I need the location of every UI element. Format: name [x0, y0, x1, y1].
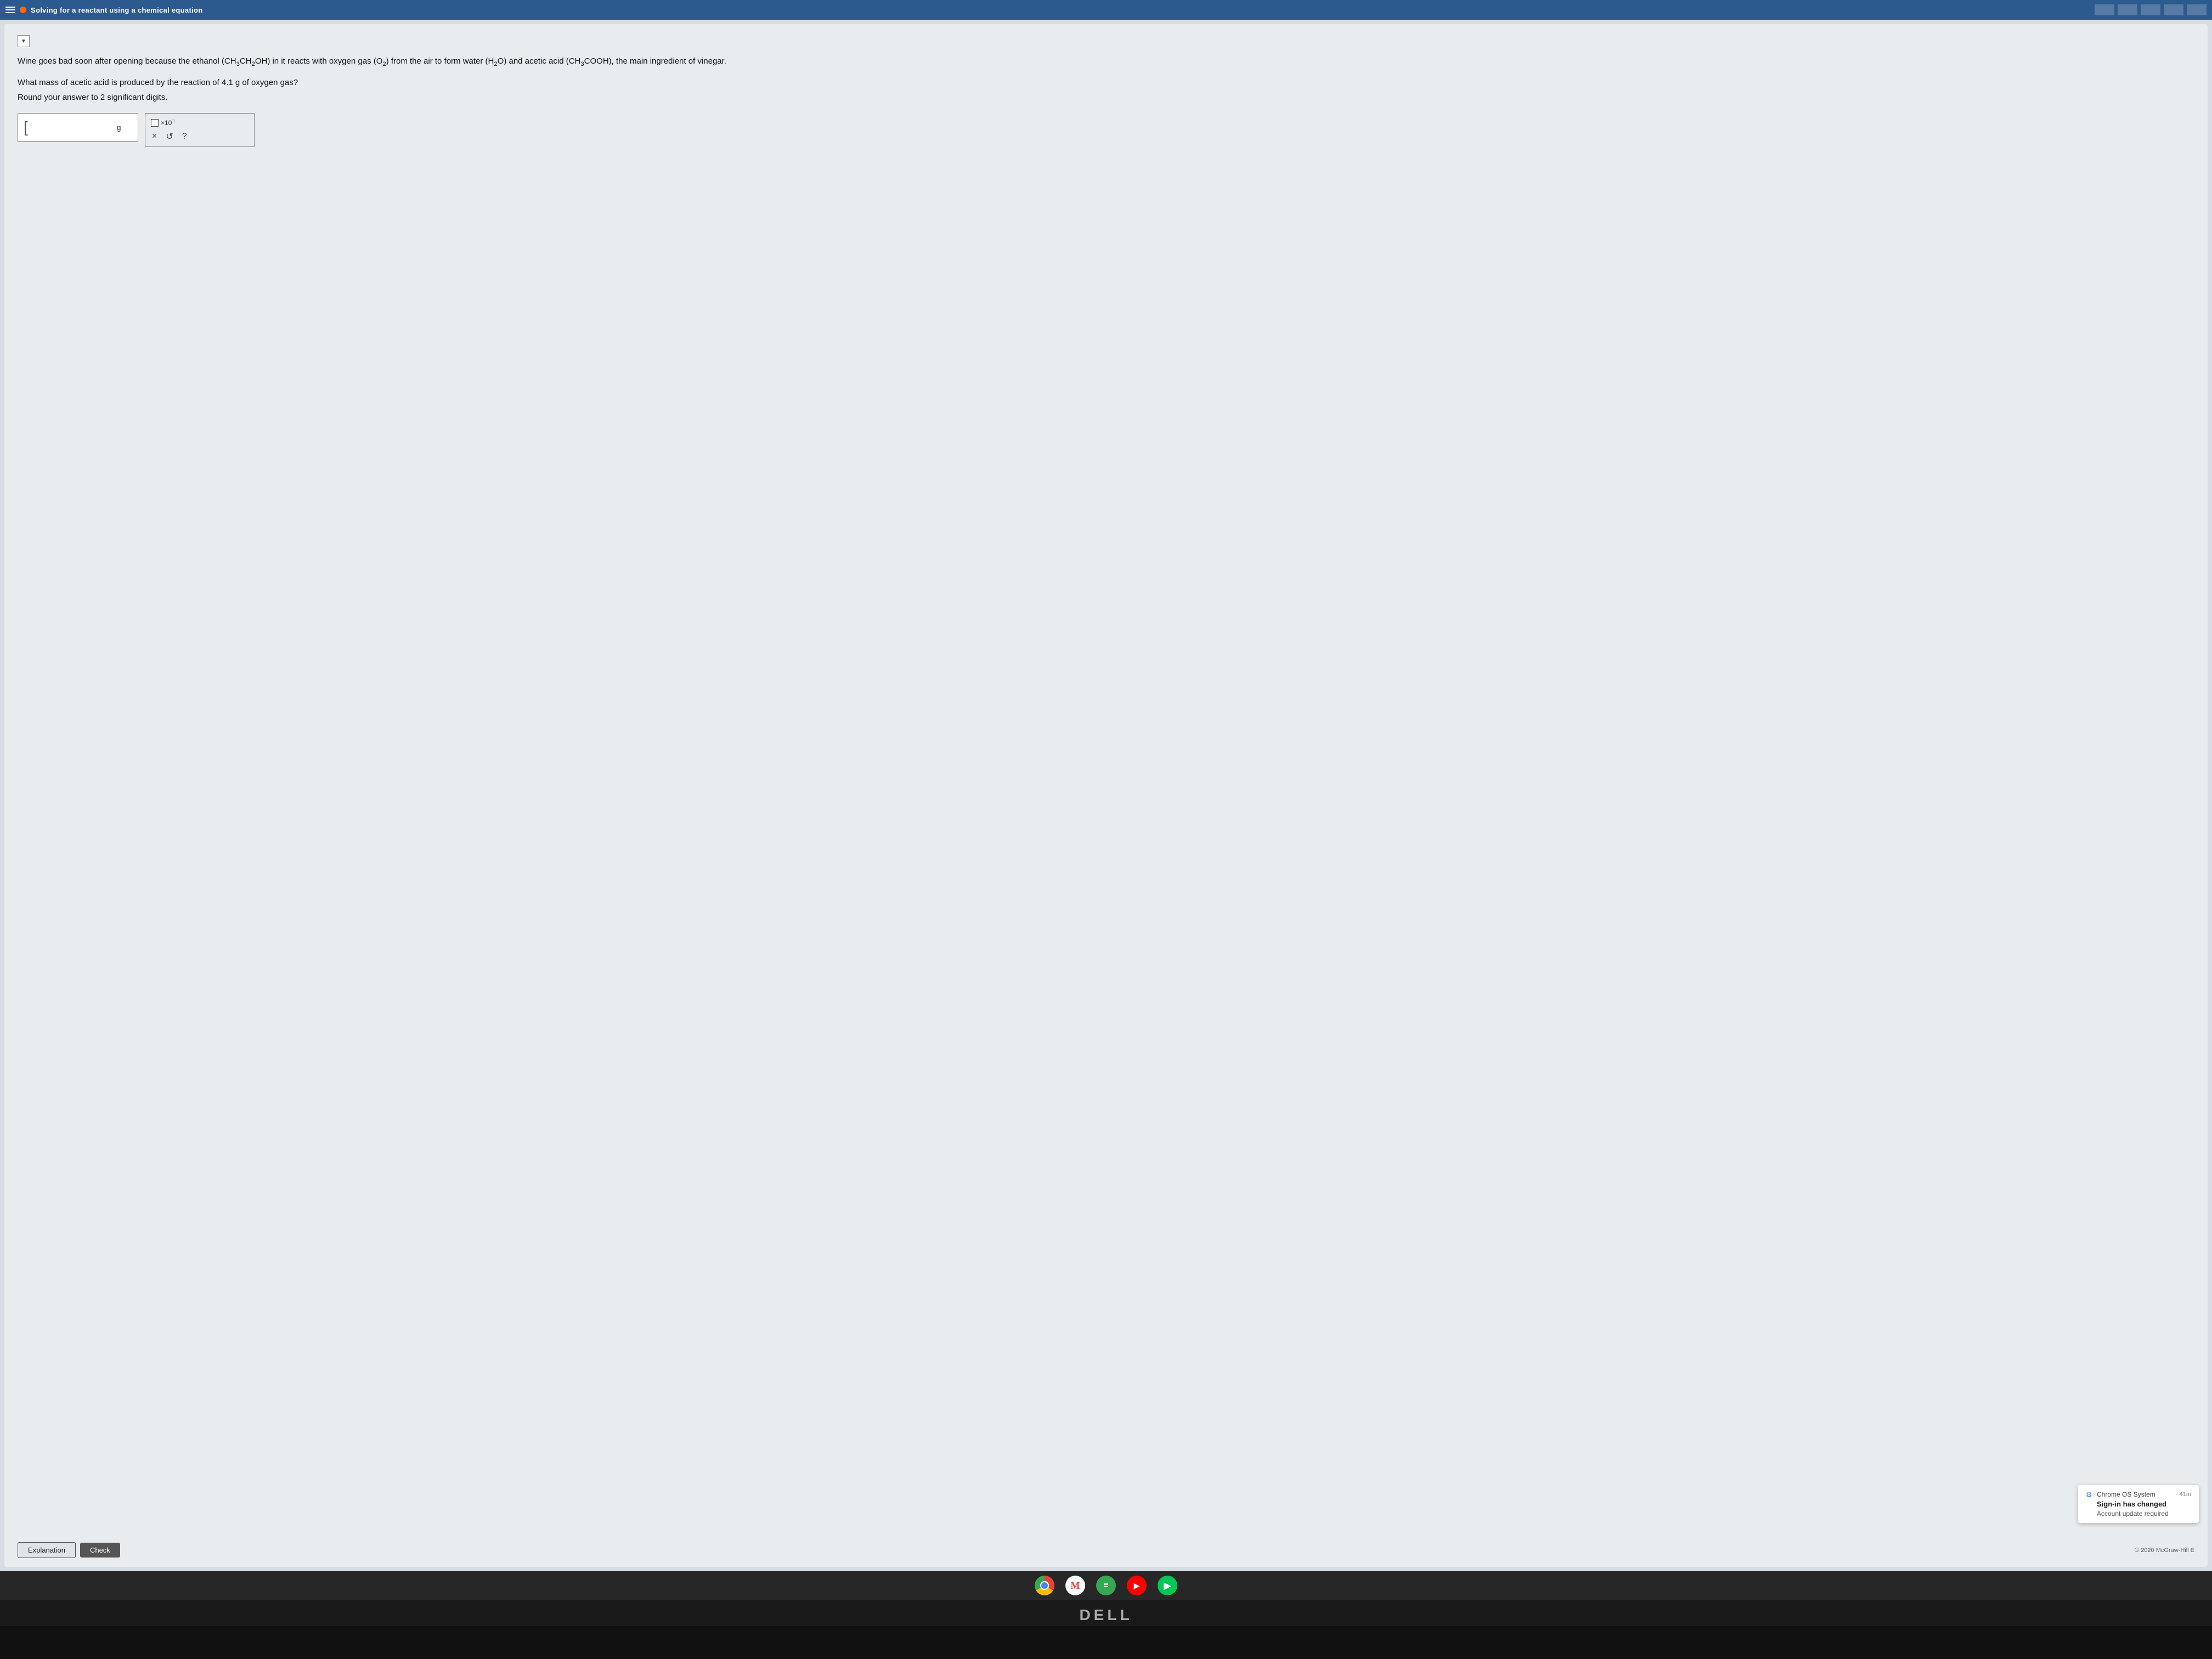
- notification-toast: ⚙ Chrome OS System · 41m Sign-in has cha…: [2078, 1485, 2199, 1523]
- taskbar-files-icon[interactable]: ≡: [1096, 1576, 1116, 1595]
- main-content: ▼ Wine goes bad soon after opening becau…: [0, 20, 2212, 1571]
- toast-body: Account update required: [2086, 1510, 2191, 1517]
- win-btn-4[interactable]: [2164, 4, 2183, 15]
- browser-header: Solving for a reactant using a chemical …: [0, 0, 2212, 20]
- answer-area: [ g ×10□ × ↺ ?: [18, 113, 2194, 147]
- taskbar-youtube-icon[interactable]: ▶: [1127, 1576, 1147, 1595]
- answer-input[interactable]: [31, 123, 114, 132]
- unit-label: g: [117, 123, 121, 132]
- app-logo: [20, 7, 26, 13]
- sci-notation-label: ×10□: [161, 118, 174, 127]
- sci-close-btn[interactable]: ×: [152, 132, 157, 142]
- taskbar-gmail-icon[interactable]: M: [1065, 1576, 1085, 1595]
- settings-icon: ⚙: [2086, 1491, 2094, 1498]
- explanation-button[interactable]: Explanation: [18, 1542, 76, 1558]
- sci-actions: × ↺ ?: [151, 131, 247, 142]
- sci-notation-box: ×10□ × ↺ ?: [145, 113, 255, 147]
- bracket-symbol: [: [24, 120, 28, 135]
- toast-header: ⚙ Chrome OS System · 41m: [2086, 1491, 2191, 1498]
- copyright-text: © 2020 McGraw-Hill E: [2135, 1547, 2194, 1554]
- sci-help-btn[interactable]: ?: [182, 132, 187, 142]
- window-controls: [2095, 4, 2207, 15]
- sci-undo-btn[interactable]: ↺: [166, 131, 173, 142]
- footer-buttons: Explanation Check: [18, 1542, 120, 1558]
- dropdown-arrow[interactable]: ▼: [18, 35, 30, 47]
- toast-title: Sign-in has changed: [2086, 1500, 2191, 1508]
- sci-checkbox[interactable]: [151, 119, 159, 127]
- app-title: Solving for a reactant using a chemical …: [31, 6, 202, 14]
- win-btn-2[interactable]: [2118, 4, 2137, 15]
- taskbar: M ≡ ▶ ▶: [0, 1571, 2212, 1600]
- sci-top-row: ×10□: [151, 118, 247, 127]
- taskbar-play-icon[interactable]: ▶: [1158, 1576, 1177, 1595]
- superscript: □: [172, 118, 174, 123]
- check-button[interactable]: Check: [80, 1543, 120, 1558]
- answer-input-container: [ g: [18, 113, 138, 142]
- hamburger-menu[interactable]: [5, 7, 15, 13]
- taskbar-chrome-icon[interactable]: [1035, 1576, 1054, 1595]
- win-btn-5[interactable]: [2187, 4, 2207, 15]
- round-text: Round your answer to 2 significant digit…: [18, 93, 2194, 102]
- win-btn-3[interactable]: [2141, 4, 2160, 15]
- footer-area: Explanation Check © 2020 McGraw-Hill E: [18, 1537, 2194, 1558]
- dell-brand: DELL: [0, 1600, 2212, 1626]
- question-text: What mass of acetic acid is produced by …: [18, 78, 2194, 87]
- problem-text: Wine goes bad soon after opening because…: [18, 55, 2194, 69]
- toast-source: Chrome OS System: [2097, 1491, 2155, 1498]
- win-btn-1[interactable]: [2095, 4, 2114, 15]
- toast-time: · 41m: [2176, 1491, 2191, 1498]
- dropdown-row: ▼: [18, 35, 2194, 47]
- bezel-bottom: [0, 1626, 2212, 1659]
- content-panel: ▼ Wine goes bad soon after opening becau…: [4, 24, 2208, 1567]
